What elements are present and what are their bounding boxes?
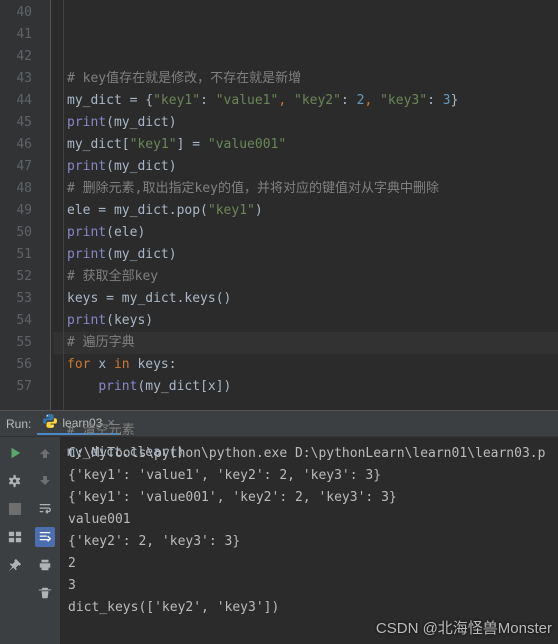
- code-line[interactable]: print(keys): [53, 310, 558, 332]
- code-line[interactable]: print(my_dict): [53, 244, 558, 266]
- code-line[interactable]: print(my_dict): [53, 156, 558, 178]
- code-line[interactable]: print(ele): [53, 222, 558, 244]
- code-line[interactable]: print(my_dict[x]): [53, 376, 558, 398]
- line-number: 56: [0, 354, 32, 376]
- down-button[interactable]: [35, 471, 55, 491]
- run-label: Run:: [6, 417, 31, 431]
- code-editor[interactable]: 404142434445464748495051525354555657 # k…: [0, 0, 558, 410]
- print-button[interactable]: [35, 555, 55, 575]
- line-number: 46: [0, 134, 32, 156]
- line-number: 47: [0, 156, 32, 178]
- code-line[interactable]: keys = my_dict.keys(): [53, 288, 558, 310]
- console-output[interactable]: C:\MyTools\python\python.exe D:\pythonLe…: [60, 437, 558, 644]
- code-area[interactable]: # key值存在就是修改，不存在就是新增my_dict = {"key1": "…: [50, 0, 558, 410]
- line-number: 51: [0, 244, 32, 266]
- line-number: 40: [0, 2, 32, 24]
- run-toolbar-right: [30, 437, 60, 644]
- line-number: 53: [0, 288, 32, 310]
- layout-button[interactable]: [5, 527, 25, 547]
- line-number: 41: [0, 24, 32, 46]
- line-number: 43: [0, 68, 32, 90]
- indent-guide: [63, 0, 64, 410]
- code-line[interactable]: my_dict = {"key1": "value1", "key2": 2, …: [53, 90, 558, 112]
- up-button[interactable]: [35, 443, 55, 463]
- code-line[interactable]: # 清空元素: [53, 420, 558, 442]
- watermark: CSDN @北海怪兽Monster: [376, 617, 552, 638]
- run-toolbar-left: [0, 437, 30, 644]
- line-number: 50: [0, 222, 32, 244]
- rerun-button[interactable]: [5, 443, 25, 463]
- scroll-to-end-button[interactable]: [35, 527, 55, 547]
- wrap-button[interactable]: [35, 499, 55, 519]
- run-body: C:\MyTools\python\python.exe D:\pythonLe…: [0, 437, 558, 644]
- code-line[interactable]: my_dict.clear(): [53, 442, 558, 464]
- pin-button[interactable]: [5, 555, 25, 575]
- line-number: 54: [0, 310, 32, 332]
- line-number: 45: [0, 112, 32, 134]
- code-line[interactable]: # 删除元素,取出指定key的值，并将对应的键值对从字典中删除: [53, 178, 558, 200]
- code-line[interactable]: print(my_dict): [53, 112, 558, 134]
- line-number: 48: [0, 178, 32, 200]
- line-number: 52: [0, 266, 32, 288]
- trash-button[interactable]: [35, 583, 55, 603]
- line-number: 44: [0, 90, 32, 112]
- stop-button[interactable]: [5, 499, 25, 519]
- line-number: 57: [0, 376, 32, 398]
- line-number: 42: [0, 46, 32, 68]
- line-number: 49: [0, 200, 32, 222]
- code-line[interactable]: my_dict["key1"] = "value001": [53, 134, 558, 156]
- code-line[interactable]: ele = my_dict.pop("key1"): [53, 200, 558, 222]
- code-line[interactable]: # key值存在就是修改，不存在就是新增: [53, 68, 558, 90]
- debug-settings-button[interactable]: [5, 471, 25, 491]
- code-line[interactable]: for x in keys:: [53, 354, 558, 376]
- line-gutter: 404142434445464748495051525354555657: [0, 0, 50, 410]
- code-line[interactable]: [53, 398, 558, 420]
- code-line[interactable]: # 遍历字典: [53, 332, 558, 354]
- code-line[interactable]: # 获取全部key: [53, 266, 558, 288]
- line-number: 55: [0, 332, 32, 354]
